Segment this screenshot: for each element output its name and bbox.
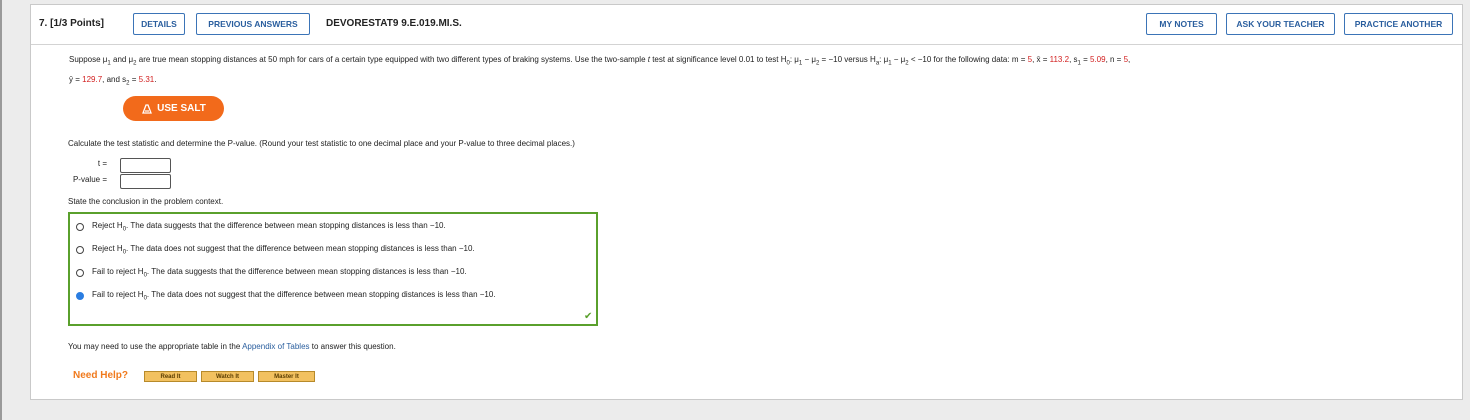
ask-your-teacher-button[interactable]: ASK YOUR TEACHER bbox=[1226, 13, 1335, 35]
use-salt-button[interactable]: USE SALT bbox=[123, 96, 224, 121]
use-salt-label: USE SALT bbox=[157, 103, 206, 114]
option-1[interactable]: Reject H0. The data suggests that the di… bbox=[76, 221, 446, 233]
t-label: t = bbox=[97, 159, 107, 168]
option-1-label: Reject H0. The data suggests that the di… bbox=[92, 221, 446, 233]
problem-statement: Suppose μ1 and μ2 are true mean stopping… bbox=[69, 55, 1131, 87]
option-2[interactable]: Reject H0. The data does not suggest tha… bbox=[76, 244, 475, 256]
watch-it-button[interactable]: Watch It bbox=[201, 371, 254, 382]
ybar-value: 129.7 bbox=[82, 74, 103, 84]
question-card: 7. [1/3 Points] DETAILS PREVIOUS ANSWERS… bbox=[30, 4, 1463, 400]
salt-icon bbox=[142, 103, 153, 114]
question-header: 7. [1/3 Points] DETAILS PREVIOUS ANSWERS… bbox=[31, 5, 1462, 45]
s1-value: 5.09 bbox=[1089, 55, 1106, 64]
s2-value: 5.31 bbox=[138, 74, 155, 84]
xbar-value: 113.2 bbox=[1049, 55, 1070, 64]
master-it-button[interactable]: Master It bbox=[258, 371, 315, 382]
details-button[interactable]: DETAILS bbox=[133, 13, 185, 35]
t-input[interactable] bbox=[120, 158, 171, 173]
appendix-note: You may need to use the appropriate tabl… bbox=[68, 342, 396, 351]
radio-option-4-selected[interactable] bbox=[76, 291, 84, 300]
option-3-label: Fail to reject H0. The data suggests tha… bbox=[92, 267, 467, 279]
previous-answers-button[interactable]: PREVIOUS ANSWERS bbox=[196, 13, 310, 35]
question-number: 7. [1/3 Points] bbox=[39, 18, 105, 29]
instruction-text: Calculate the test statistic and determi… bbox=[68, 139, 575, 148]
practice-another-button[interactable]: PRACTICE ANOTHER bbox=[1344, 13, 1453, 35]
radio-option-2[interactable] bbox=[76, 245, 84, 254]
radio-option-3[interactable] bbox=[76, 268, 84, 277]
need-help-label: Need Help? bbox=[73, 370, 129, 381]
read-it-button[interactable]: Read It bbox=[144, 371, 197, 382]
option-4-label: Fail to reject H0. The data does not sug… bbox=[92, 290, 496, 302]
option-4[interactable]: Fail to reject H0. The data does not sug… bbox=[76, 290, 496, 302]
option-2-label: Reject H0. The data does not suggest tha… bbox=[92, 244, 475, 256]
option-3[interactable]: Fail to reject H0. The data suggests tha… bbox=[76, 267, 467, 279]
conclusion-prompt: State the conclusion in the problem cont… bbox=[68, 197, 224, 206]
conclusion-choices: Reject H0. The data suggests that the di… bbox=[68, 212, 598, 326]
p-value-input[interactable] bbox=[120, 174, 171, 189]
appendix-link[interactable]: Appendix of Tables bbox=[242, 342, 309, 351]
p-value-label: P-value = bbox=[72, 175, 107, 184]
radio-option-1[interactable] bbox=[76, 222, 84, 231]
left-divider bbox=[0, 0, 2, 420]
question-code: DEVORESTAT9 9.E.019.MI.S. bbox=[326, 18, 462, 29]
my-notes-button[interactable]: MY NOTES bbox=[1146, 13, 1217, 35]
correct-check-icon: ✔ bbox=[584, 311, 593, 322]
